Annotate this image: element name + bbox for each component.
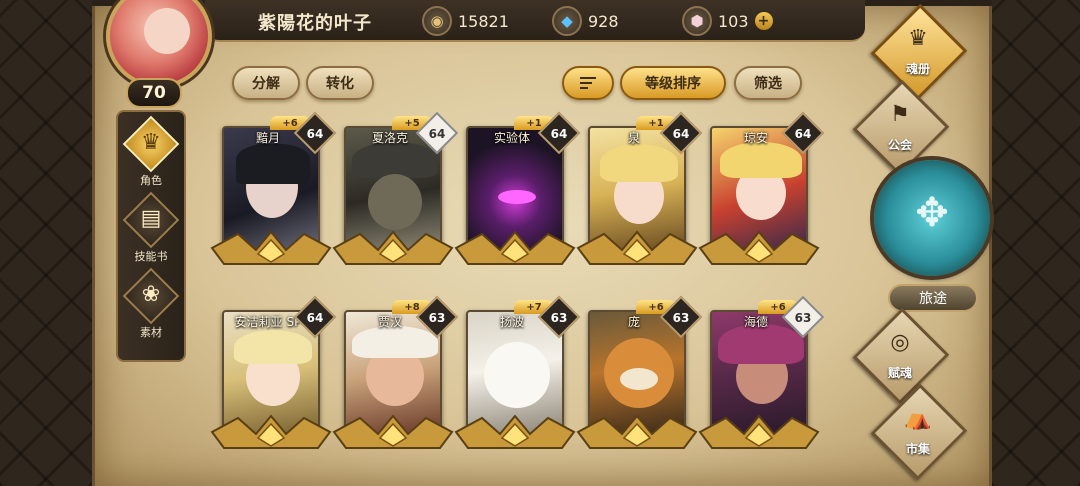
compass-emblem-icon: ✥ (915, 190, 949, 236)
player-level-badge: 70 (126, 78, 182, 108)
sort-toggle-button[interactable] (562, 66, 614, 100)
nav-item-material[interactable]: ❀ 素材 (116, 267, 186, 346)
crown-ornament-icon (576, 230, 698, 265)
hero-level: 63 (550, 311, 568, 325)
blue-crystal-icon: ◆ (552, 6, 582, 36)
hero-card[interactable]: 安洁莉亚 SP 64 (210, 295, 337, 449)
crown-ornament-icon (454, 230, 576, 265)
crown-ornament-icon (332, 230, 454, 265)
filter-button[interactable]: 筛选 (734, 66, 802, 100)
hero-level: 64 (428, 127, 446, 141)
hero-level: 64 (794, 127, 812, 141)
crown-ornament-icon (698, 414, 820, 449)
nav-item-character[interactable]: ♛ 角色 (116, 115, 186, 194)
crown-ornament-icon (698, 230, 820, 265)
material-icon: ❀ (141, 282, 161, 307)
nav-label-material: 素材 (140, 326, 162, 339)
player-name: 紫陽花的叶子 (258, 13, 372, 34)
soul-book-icon: ♛ (908, 26, 928, 51)
avatar-face (144, 8, 190, 54)
skill-book-icon: ▤ (140, 206, 162, 231)
hero-card[interactable]: 贾汉 +8 63 (332, 295, 459, 449)
guild-label: 公会 (887, 138, 912, 152)
hero-level: 64 (306, 127, 324, 141)
hero-level: 63 (794, 311, 812, 325)
crown-ornament-icon (210, 230, 332, 265)
avatar (106, 0, 212, 88)
nav-label-skill-book: 技能书 (134, 250, 168, 263)
hero-card[interactable]: 泉 +1 64 (576, 111, 703, 265)
currency-gem[interactable]: ⬢ 103 + (682, 6, 773, 36)
guild-banner-icon: ⚑ (890, 102, 910, 127)
hero-card[interactable]: 实验体 +1 64 (454, 111, 581, 265)
character-icon: ♛ (141, 130, 161, 155)
endow-soul-label: 赋魂 (887, 366, 912, 380)
hero-card[interactable]: 庞 +6 63 (576, 295, 703, 449)
crown-ornament-icon (454, 414, 576, 449)
market-label: 市集 (905, 442, 930, 456)
left-border-frame (0, 0, 92, 486)
convert-button[interactable]: 转化 (306, 66, 374, 100)
hero-level: 64 (550, 127, 568, 141)
market-button[interactable]: ⛺ 市集 (866, 383, 970, 481)
guild-button[interactable]: ⚑ 公会 (848, 79, 952, 177)
gold-coin-icon: ◉ (422, 6, 452, 36)
hero-card[interactable]: 扬波 +7 63 (454, 295, 581, 449)
crown-ornament-icon (332, 414, 454, 449)
currency-crystal[interactable]: ◆ 928 (552, 6, 619, 36)
hero-level: 63 (428, 311, 446, 325)
gold-value: 15821 (458, 11, 509, 31)
market-tent-icon: ⛺ (904, 406, 932, 431)
hero-card[interactable]: 琼安 64 (698, 111, 825, 265)
hero-card[interactable]: 夏洛克 +5 64 (332, 111, 459, 265)
journey-button[interactable]: ✥ 旅途 (868, 160, 992, 316)
currency-gold[interactable]: ◉ 15821 (422, 6, 509, 36)
crown-ornament-icon (210, 414, 332, 449)
crystal-value: 928 (588, 11, 619, 31)
crown-ornament-icon (576, 414, 698, 449)
soul-book-button[interactable]: ♛ 魂册 (866, 3, 970, 101)
decompose-button[interactable]: 分解 (232, 66, 300, 100)
add-gem-button[interactable]: + (754, 12, 773, 30)
hero-card[interactable]: 海德 +6 63 (698, 295, 825, 449)
hero-level: 64 (306, 311, 324, 325)
sort-by-level-button[interactable]: 等级排序 (620, 66, 726, 100)
gem-value: 103 (718, 11, 749, 31)
soul-book-label: 魂册 (905, 62, 930, 76)
nav-item-skill-book[interactable]: ▤ 技能书 (116, 191, 186, 270)
nav-label-character: 角色 (140, 174, 162, 187)
pink-gem-icon: ⬢ (682, 6, 712, 36)
endow-soul-button[interactable]: ◎ 赋魂 (848, 307, 952, 405)
hero-card[interactable]: 黯月 +6 64 (210, 111, 337, 265)
sort-icon (580, 77, 596, 89)
soul-swirl-icon: ◎ (890, 330, 910, 355)
hero-level: 64 (672, 127, 690, 141)
hero-level: 63 (672, 311, 690, 325)
right-border-frame (992, 0, 1080, 486)
